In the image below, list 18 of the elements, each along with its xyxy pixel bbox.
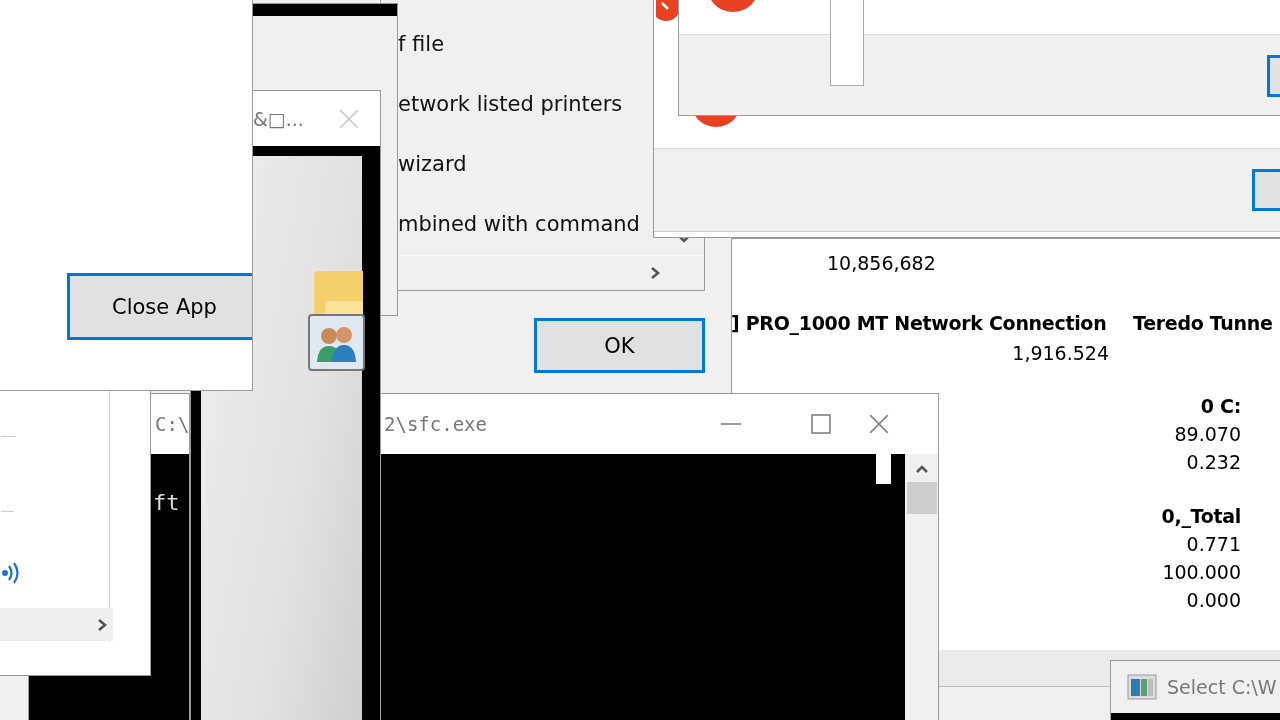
counter-value: 100.000 [1162,560,1241,585]
counter-value: 0.000 [1186,588,1241,613]
counter-value: 0.232 [1186,450,1241,475]
close-app-button[interactable]: Close App [67,273,252,340]
window-title: Select C:\W [1167,676,1277,698]
counter-header: 0 C: [1200,394,1241,419]
counter-header: ] PRO_1000 MT Network Connection [731,311,1108,337]
counter-value: 1,916.524 [1012,341,1109,366]
counter-value: 0.771 [1186,532,1241,557]
counter-value: 89.070 [1174,422,1241,447]
console-output: ft [152,489,181,515]
window-title: &□... [253,107,305,130]
counter-header: 0,_Total [1161,504,1241,530]
window-title: 2\sfc.exe [384,413,488,435]
ok-button[interactable]: OK [534,318,705,373]
window-title: C:\ [155,413,189,435]
counter-value: 10,856,682 [826,251,936,276]
counter-header: Teredo Tunne [1133,311,1274,336]
